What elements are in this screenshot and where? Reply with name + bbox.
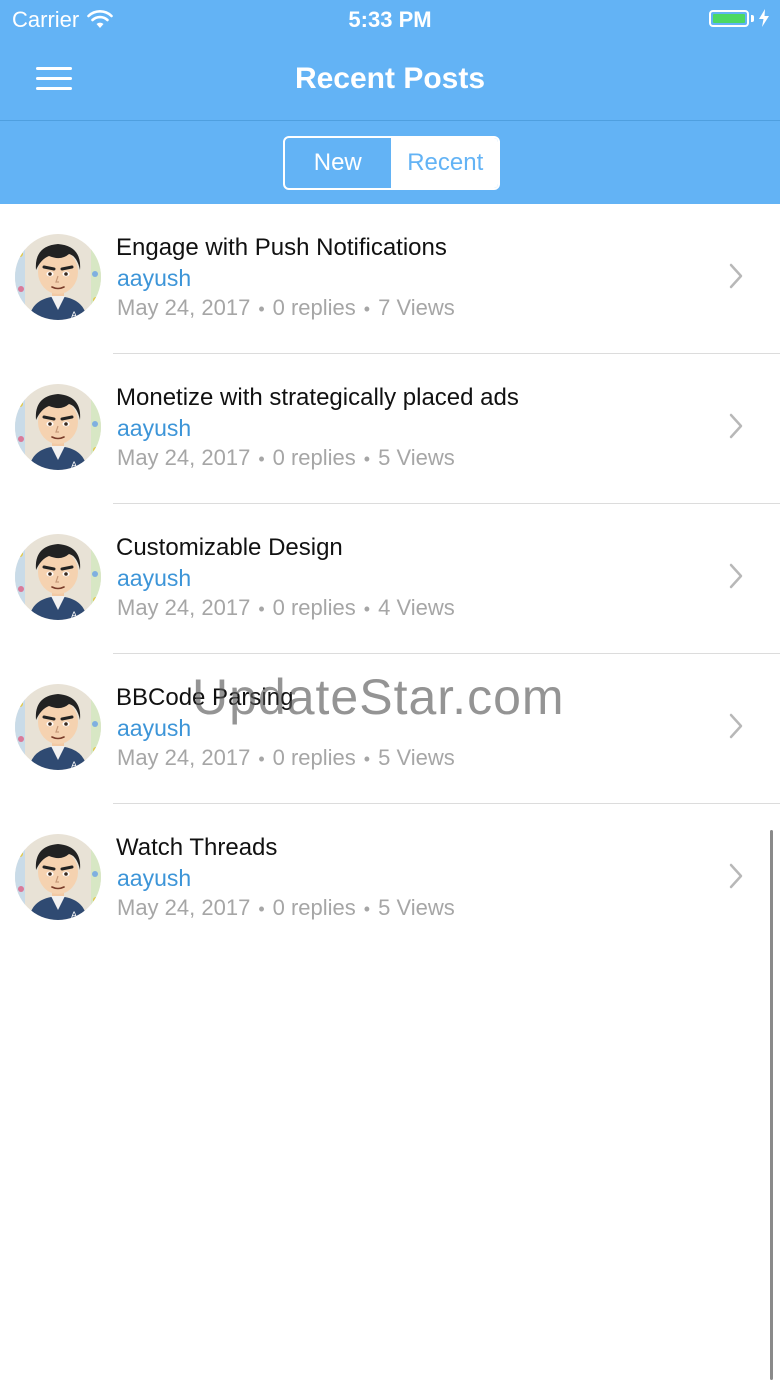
page-title: Recent Posts — [294, 62, 486, 95]
meta-separator: • — [258, 749, 265, 769]
avatar: A — [15, 534, 101, 620]
svg-text:A: A — [71, 761, 78, 770]
avatar: A — [15, 834, 101, 920]
post-meta: May 24, 2017 • 0 replies • 5 Views — [117, 745, 455, 771]
svg-text:A: A — [71, 311, 78, 320]
post-views: 4 Views — [378, 595, 455, 620]
post-author[interactable]: aayush — [117, 415, 191, 442]
meta-separator: • — [363, 449, 371, 469]
post-title: Watch Threads — [116, 834, 278, 861]
post-views: 7 Views — [378, 295, 455, 320]
post-author[interactable]: aayush — [117, 865, 191, 892]
post-title: Customizable Design — [116, 534, 343, 561]
meta-separator: • — [258, 299, 265, 319]
post-meta: May 24, 2017 • 0 replies • 4 Views — [117, 595, 455, 621]
post-meta: May 24, 2017 • 0 replies • 7 Views — [117, 295, 455, 321]
meta-separator: • — [363, 599, 371, 619]
post-list: A Engage with Push Notifications aayush … — [0, 204, 780, 954]
meta-separator: • — [258, 599, 265, 619]
post-replies: 0 replies — [272, 745, 356, 770]
chevron-right-icon — [729, 413, 743, 439]
svg-text:A: A — [71, 461, 78, 470]
post-row[interactable]: A Monetize with strategically placed ads… — [0, 354, 780, 504]
avatar: A — [15, 684, 101, 770]
segment-recent[interactable]: Recent — [392, 138, 498, 188]
post-replies: 0 replies — [272, 895, 356, 920]
chevron-right-icon — [729, 713, 743, 739]
avatar: A — [15, 234, 101, 320]
navigation-bar: Recent Posts — [0, 40, 780, 121]
post-meta: May 24, 2017 • 0 replies • 5 Views — [117, 895, 455, 921]
post-author[interactable]: aayush — [117, 565, 191, 592]
post-meta: May 24, 2017 • 0 replies • 5 Views — [117, 445, 455, 471]
post-replies: 0 replies — [272, 595, 356, 620]
post-replies: 0 replies — [272, 295, 356, 320]
meta-separator: • — [363, 299, 371, 319]
chevron-right-icon — [729, 863, 743, 889]
post-row[interactable]: A BBCode Parsing aayush May 24, 2017 • 0 r… — [0, 654, 780, 804]
post-date: May 24, 2017 — [117, 895, 251, 920]
post-date: May 24, 2017 — [117, 445, 251, 470]
svg-text:A: A — [71, 911, 78, 920]
status-bar: Carrier 5:33 PM — [0, 0, 780, 40]
battery-cap — [751, 14, 754, 22]
post-title: Engage with Push Notifications — [116, 234, 447, 261]
post-title: BBCode Parsing — [116, 684, 294, 711]
battery-icon — [709, 9, 749, 27]
battery-indicator — [709, 9, 770, 27]
battery-level — [713, 13, 745, 23]
status-time: 5:33 PM — [348, 7, 432, 32]
meta-separator: • — [363, 749, 371, 769]
post-views: 5 Views — [378, 445, 455, 470]
scrollbar[interactable] — [770, 830, 773, 1380]
app-screen: Carrier 5:33 PM Recent Posts New Recent … — [0, 0, 780, 1387]
segmented-control: New Recent — [283, 136, 500, 190]
post-replies: 0 replies — [272, 445, 356, 470]
segment-bar: New Recent — [0, 121, 780, 204]
svg-text:A: A — [71, 611, 78, 620]
post-title: Monetize with strategically placed ads — [116, 384, 519, 411]
post-date: May 24, 2017 — [117, 595, 251, 620]
chevron-right-icon — [729, 263, 743, 289]
post-date: May 24, 2017 — [117, 295, 251, 320]
meta-separator: • — [363, 899, 371, 919]
post-views: 5 Views — [378, 895, 455, 920]
charging-bolt-icon — [758, 9, 770, 27]
segment-new[interactable]: New — [285, 138, 393, 188]
post-row[interactable]: A Watch Threads aayush May 24, 2017 • 0 re… — [0, 804, 780, 954]
chevron-right-icon — [729, 563, 743, 589]
post-row[interactable]: A Engage with Push Notifications aayush … — [0, 204, 780, 354]
post-author[interactable]: aayush — [117, 265, 191, 292]
post-row[interactable]: A Customizable Design aayush May 24, 201… — [0, 504, 780, 654]
post-date: May 24, 2017 — [117, 745, 251, 770]
meta-separator: • — [258, 899, 265, 919]
post-author[interactable]: aayush — [117, 715, 191, 742]
avatar: A — [15, 384, 101, 470]
post-views: 5 Views — [378, 745, 455, 770]
meta-separator: • — [258, 449, 265, 469]
